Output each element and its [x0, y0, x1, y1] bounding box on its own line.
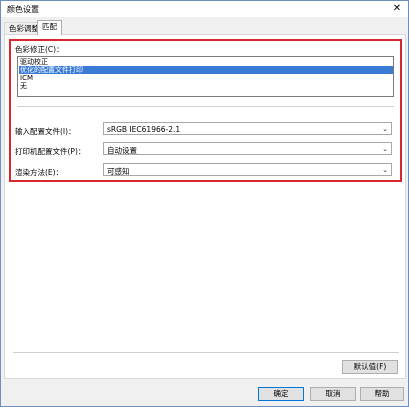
- title-bar: 颜色设置 ✕: [1, 1, 408, 17]
- list-item-driver-matching[interactable]: 驱动校正: [19, 58, 393, 66]
- color-correction-label: 色彩修正(C)：: [15, 45, 64, 54]
- section-divider: [17, 106, 394, 107]
- printer-profile-label: 打印机配置文件(P)：: [15, 147, 86, 156]
- cancel-button[interactable]: 取消: [310, 387, 356, 401]
- ok-button[interactable]: 确定: [258, 387, 304, 401]
- tab-label: 匹配: [42, 22, 57, 31]
- list-item-optimized-profile[interactable]: 优化的配置文件打印: [19, 66, 393, 74]
- close-icon[interactable]: ✕: [391, 3, 403, 15]
- chevron-down-icon: ⌄: [382, 166, 388, 174]
- bottom-divider: [13, 352, 399, 353]
- rendering-intent-label: 渲染方法(E)：: [15, 168, 64, 177]
- printer-profile-value: 自动设置: [107, 146, 137, 155]
- rendering-intent-value: 可感知: [107, 167, 130, 176]
- color-correction-listbox[interactable]: 驱动校正 优化的配置文件打印 ICM 无: [17, 56, 394, 97]
- input-profile-label: 输入配置文件(I)：: [15, 127, 76, 136]
- list-item-none[interactable]: 无: [19, 82, 393, 90]
- help-button[interactable]: 帮助: [360, 387, 404, 401]
- rendering-intent-select[interactable]: 可感知 ⌄: [103, 163, 392, 176]
- input-profile-value: sRGB IEC61966-2.1: [107, 125, 181, 134]
- list-item-icm[interactable]: ICM: [19, 74, 393, 82]
- tab-strip: 色彩调整 匹配: [4, 20, 404, 35]
- dialog-title: 颜色设置: [7, 5, 39, 14]
- tab-label: 色彩调整: [9, 24, 39, 33]
- color-settings-dialog: 颜色设置 ✕ 色彩调整 匹配 色彩修正(C)： 驱动校正 优化的配置文件打印 I…: [0, 0, 409, 407]
- tab-matching[interactable]: 匹配: [37, 20, 62, 35]
- defaults-button[interactable]: 默认值(F): [342, 360, 398, 374]
- chevron-down-icon: ⌄: [382, 145, 388, 153]
- printer-profile-select[interactable]: 自动设置 ⌄: [103, 142, 392, 155]
- highlight-frame: 色彩修正(C)： 驱动校正 优化的配置文件打印 ICM 无 输入配置文件(I)：…: [9, 39, 402, 182]
- chevron-down-icon: ⌄: [382, 125, 388, 133]
- input-profile-select[interactable]: sRGB IEC61966-2.1 ⌄: [103, 122, 392, 135]
